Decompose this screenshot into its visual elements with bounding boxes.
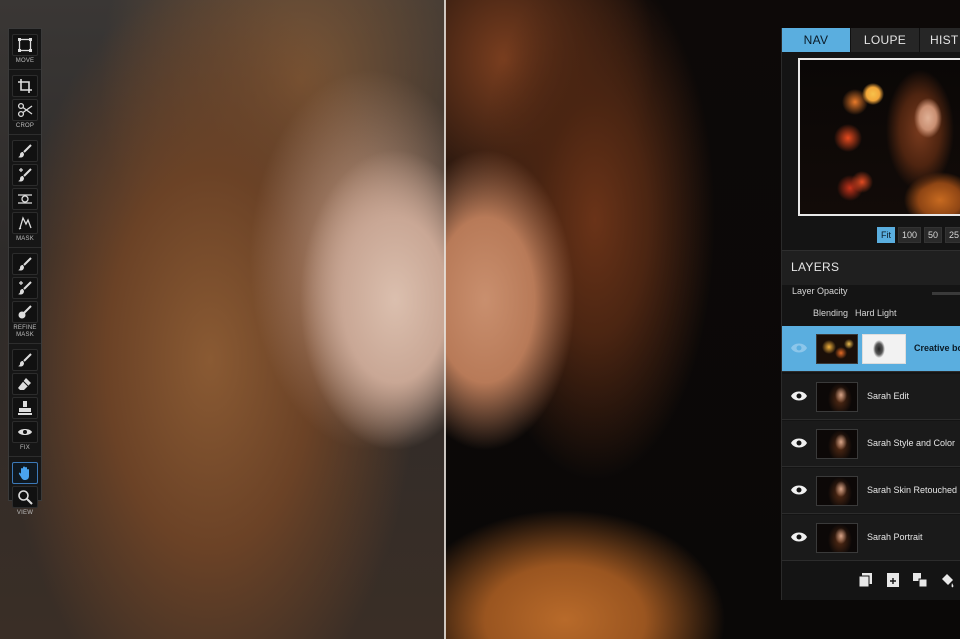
fill-icon[interactable] bbox=[939, 572, 955, 588]
layers-header: LAYERS bbox=[782, 250, 960, 285]
compare-split-handle[interactable] bbox=[444, 0, 446, 639]
layer-row[interactable]: Sarah Portrait bbox=[782, 515, 960, 561]
zoom-fit-button[interactable]: Fit bbox=[877, 227, 895, 243]
panel-tabs: NAV LOUPE HIST bbox=[782, 28, 960, 52]
eye-icon[interactable] bbox=[790, 389, 808, 403]
tool-group-label: REFINE MASK bbox=[13, 325, 37, 338]
tab-history[interactable]: HIST bbox=[920, 28, 960, 52]
layer-thumbnail bbox=[816, 429, 858, 459]
merge-layers-icon[interactable] bbox=[912, 572, 928, 588]
eraser-icon[interactable] bbox=[12, 373, 38, 395]
layer-mask-thumbnail[interactable] bbox=[862, 334, 906, 364]
tool-group-label: CROP bbox=[15, 123, 35, 129]
duplicate-layer-icon[interactable] bbox=[885, 572, 901, 588]
transform-icon[interactable] bbox=[12, 34, 38, 56]
tab-nav[interactable]: NAV bbox=[782, 28, 851, 52]
blending-mode-select[interactable]: Hard Light bbox=[855, 308, 897, 318]
new-layer-icon[interactable] bbox=[858, 572, 874, 588]
crop-icon[interactable] bbox=[12, 75, 38, 97]
layer-opacity-label: Layer Opacity bbox=[792, 286, 848, 296]
tool-strip: MOVE CROP MASK REFINE MASK FIX VIEW bbox=[8, 28, 42, 516]
tool-group-refine-mask: REFINE MASK bbox=[9, 248, 41, 344]
zoom-icon[interactable] bbox=[12, 486, 38, 508]
eye-icon[interactable] bbox=[790, 436, 808, 450]
tab-loupe[interactable]: LOUPE bbox=[851, 28, 920, 52]
layer-row[interactable]: Sarah Skin Retouched bbox=[782, 468, 960, 514]
layer-opacity-slider[interactable] bbox=[932, 292, 960, 295]
layer-name: Creative bo bbox=[914, 343, 960, 353]
zoom-100-button[interactable]: 100 bbox=[898, 227, 922, 243]
eye-icon[interactable] bbox=[12, 421, 38, 443]
layer-thumbnail bbox=[816, 334, 858, 364]
layer-thumbnail bbox=[816, 523, 858, 553]
tool-group-view: VIEW bbox=[9, 457, 41, 521]
layer-row[interactable]: Creative bo bbox=[782, 326, 960, 372]
zoom-25-button[interactable]: 25 bbox=[945, 227, 960, 243]
right-panel: NAV LOUPE HIST Fit 100 50 25 LAYERS Laye… bbox=[781, 28, 960, 600]
layer-row[interactable]: Sarah Edit bbox=[782, 374, 960, 420]
refine-brush-icon[interactable] bbox=[12, 253, 38, 275]
stamp-icon[interactable] bbox=[12, 397, 38, 419]
layer-name: Sarah Portrait bbox=[867, 532, 923, 542]
tool-group-label: VIEW bbox=[16, 510, 34, 516]
hand-icon[interactable] bbox=[12, 462, 38, 484]
tool-group-label: FIX bbox=[20, 445, 30, 451]
zoom-controls: Fit 100 50 25 bbox=[877, 227, 960, 243]
layer-thumbnail bbox=[816, 382, 858, 412]
layer-name: Sarah Skin Retouched bbox=[867, 485, 958, 495]
eye-icon[interactable] bbox=[790, 483, 808, 497]
gradient-icon[interactable] bbox=[12, 188, 38, 210]
zoom-50-button[interactable]: 50 bbox=[924, 227, 943, 243]
tool-group-move: MOVE bbox=[9, 29, 41, 70]
blending-row: Blending Hard Light bbox=[782, 306, 960, 326]
brush-plus-icon[interactable] bbox=[12, 164, 38, 186]
lasso-icon[interactable] bbox=[12, 212, 38, 234]
layer-row[interactable]: Sarah Style and Color bbox=[782, 421, 960, 467]
tool-group-mask: MASK bbox=[9, 135, 41, 248]
layer-name: Sarah Style and Color bbox=[867, 438, 956, 448]
photo-before bbox=[0, 0, 445, 639]
layer-opacity-row: Layer Opacity bbox=[782, 284, 960, 304]
eye-icon[interactable] bbox=[790, 341, 808, 355]
tool-group-fix: FIX bbox=[9, 344, 41, 457]
layer-name: Sarah Edit bbox=[867, 391, 910, 401]
eye-icon[interactable] bbox=[790, 530, 808, 544]
layers-title: LAYERS bbox=[791, 260, 840, 274]
refine-brush-fill-icon[interactable] bbox=[12, 301, 38, 323]
tool-group-label: MOVE bbox=[15, 58, 35, 64]
refine-brush-plus-icon[interactable] bbox=[12, 277, 38, 299]
navigator-preview[interactable] bbox=[798, 58, 960, 216]
tool-group-label: MASK bbox=[16, 236, 34, 242]
retouch-icon[interactable] bbox=[12, 349, 38, 371]
tool-group-crop: CROP bbox=[9, 70, 41, 135]
scissors-icon[interactable] bbox=[12, 99, 38, 121]
layer-thumbnail bbox=[816, 476, 858, 506]
blending-label: Blending bbox=[813, 308, 849, 318]
brush-icon[interactable] bbox=[12, 140, 38, 162]
layers-actions-bar bbox=[782, 562, 960, 600]
